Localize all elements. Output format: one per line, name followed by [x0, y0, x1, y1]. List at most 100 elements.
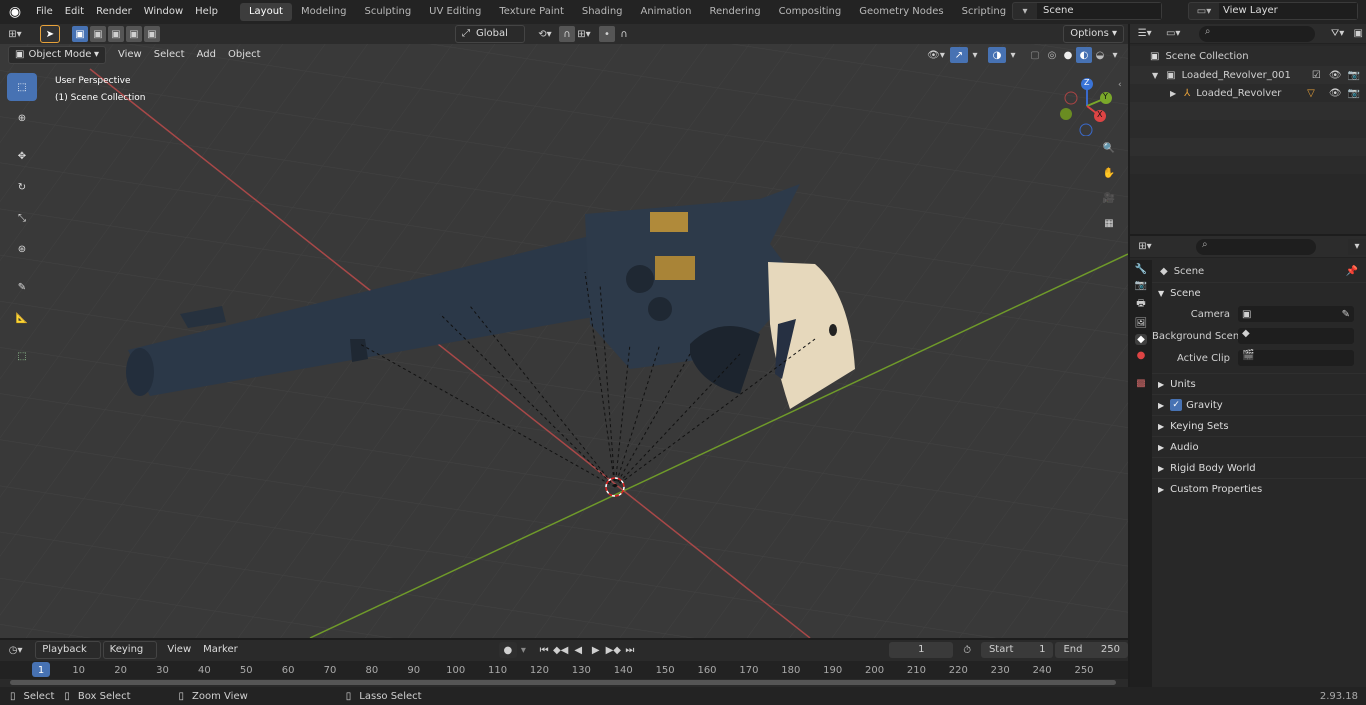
menu-object[interactable]: Object	[222, 43, 267, 67]
tab-animation[interactable]: Animation	[632, 3, 701, 21]
render-camera-icon[interactable]: 📷	[1348, 88, 1360, 99]
tab-sculpting[interactable]: Sculpting	[355, 3, 420, 21]
select-mode-new-icon[interactable]: ▣	[72, 26, 88, 42]
overlay-toggle-icon[interactable]: ◑	[988, 47, 1006, 63]
jump-start-icon[interactable]: ⏮	[536, 645, 552, 656]
select-mode-subtract-icon[interactable]: ▣	[108, 26, 124, 42]
timeline-view-menu[interactable]: View	[161, 638, 197, 662]
render-camera-icon[interactable]: 📷	[1348, 70, 1360, 81]
expand-arrow-icon[interactable]: ▶	[1170, 89, 1176, 98]
properties-editor-icon[interactable]: ⊞▾	[1130, 241, 1160, 252]
snap-target-icon[interactable]: ⊞▾	[575, 29, 593, 40]
gravity-checkbox-icon[interactable]: ✓	[1170, 399, 1183, 411]
overlay-dropdown-icon[interactable]: ▾	[1006, 50, 1020, 61]
gizmo-dropdown-icon[interactable]: ▾	[968, 50, 982, 61]
pin-icon[interactable]: 📌	[1346, 266, 1358, 277]
scene-selector[interactable]: ▾ Scene	[1012, 2, 1162, 20]
outliner-search-input[interactable]: ⌕	[1198, 25, 1315, 42]
transform-orientation-dropdown[interactable]: ⤢ Global	[455, 25, 525, 43]
auto-key-dropdown-icon[interactable]: ▾	[517, 645, 531, 656]
rendered-shading-icon[interactable]: ◒	[1092, 50, 1108, 61]
gizmo-toggle-icon[interactable]: ↗	[950, 47, 968, 63]
tab-compositing[interactable]: Compositing	[770, 3, 851, 21]
rotate-tool-icon[interactable]: ↻	[7, 173, 37, 201]
jump-end-icon[interactable]: ⏭	[622, 645, 638, 656]
tab-texture-paint[interactable]: Texture Paint	[490, 3, 573, 21]
measure-tool-icon[interactable]: 📐	[7, 304, 37, 332]
expand-arrow-icon[interactable]: ▼	[1152, 71, 1158, 80]
outliner-editor-icon[interactable]: ☰▾	[1130, 28, 1159, 39]
menu-edit[interactable]: Edit	[59, 0, 90, 24]
new-collection-icon[interactable]: ▣	[1350, 28, 1366, 39]
menu-view[interactable]: View	[112, 43, 148, 67]
editor-type-icon[interactable]: ⊞▾	[0, 29, 30, 40]
select-mode-intersect-icon[interactable]: ▣	[144, 26, 160, 42]
timeline-editor-icon[interactable]: ◷▾	[0, 645, 31, 656]
properties-search-input[interactable]: ⌕	[1196, 238, 1316, 255]
tab-layout[interactable]: Layout	[239, 3, 292, 21]
cursor-tool-icon[interactable]: ⊕	[7, 104, 37, 132]
timeline-scrollbar[interactable]	[10, 680, 1116, 685]
playback-dropdown[interactable]: Playback ▾	[35, 641, 101, 671]
start-frame-field[interactable]: Start 1	[980, 642, 1054, 658]
texture-tab-icon[interactable]: ▩	[1136, 378, 1145, 389]
mode-dropdown[interactable]: ▣ Object Mode ▾	[8, 46, 106, 64]
tab-rendering[interactable]: Rendering	[700, 3, 769, 21]
tool-tab-icon[interactable]: 🔧	[1135, 264, 1147, 275]
menu-file[interactable]: File	[30, 0, 59, 24]
units-panel-header[interactable]: ▶ Units	[1152, 373, 1366, 394]
material-shading-icon[interactable]: ◐	[1076, 47, 1092, 63]
wireframe-shading-icon[interactable]: ◎	[1044, 50, 1060, 61]
menu-window[interactable]: Window	[138, 0, 189, 24]
preview-range-icon[interactable]: ⏱	[957, 645, 977, 656]
menu-select[interactable]: Select	[148, 43, 191, 67]
play-reverse-icon[interactable]: ◀	[569, 645, 587, 656]
transform-tool-icon[interactable]: ⊛	[7, 235, 37, 263]
shading-dropdown-icon[interactable]: ▾	[1108, 50, 1122, 61]
pivot-point-icon[interactable]: ⟲▾	[531, 29, 559, 40]
current-frame-field[interactable]: 1	[889, 642, 954, 658]
perspective-toggle-icon[interactable]: ▦	[1099, 218, 1119, 238]
select-mode-invert-icon[interactable]: ▣	[126, 26, 142, 42]
snap-toggle-icon[interactable]: ∩	[559, 26, 575, 42]
menu-add[interactable]: Add	[191, 43, 222, 67]
audio-panel-header[interactable]: ▶ Audio	[1152, 436, 1366, 457]
select-box-tool-icon[interactable]: ⬚	[7, 73, 37, 101]
menu-help[interactable]: Help	[189, 0, 224, 24]
scene-panel-header[interactable]: ▼ Scene	[1152, 282, 1366, 303]
viewport-3d[interactable]	[0, 24, 1128, 638]
outliner-row-scene-collection[interactable]: ▣ Scene Collection	[1130, 46, 1366, 66]
properties-options-icon[interactable]: ▾	[1348, 238, 1366, 255]
tab-scripting[interactable]: Scripting	[953, 3, 1015, 21]
tab-shading[interactable]: Shading	[573, 3, 632, 21]
timeline-marker-menu[interactable]: Marker	[197, 638, 244, 662]
select-mode-extend-icon[interactable]: ▣	[90, 26, 106, 42]
view-layer-selector[interactable]: ▭▾ View Layer	[1188, 2, 1358, 20]
camera-field[interactable]: ▣ ✎	[1238, 306, 1354, 322]
solid-shading-icon[interactable]: ●	[1060, 50, 1076, 61]
next-keyframe-icon[interactable]: ▶◆	[605, 645, 623, 656]
annotate-tool-icon[interactable]: ✎	[7, 273, 37, 301]
scale-tool-icon[interactable]: ⤡	[7, 204, 37, 232]
prev-keyframe-icon[interactable]: ◆◀	[552, 645, 570, 656]
display-mode-icon[interactable]: ▭▾	[1159, 28, 1186, 39]
pan-view-icon[interactable]: ✋	[1099, 168, 1119, 188]
proportional-edit-icon[interactable]: •	[599, 26, 615, 42]
keying-sets-panel-header[interactable]: ▶ Keying Sets	[1152, 415, 1366, 436]
zoom-view-icon[interactable]: 🔍	[1099, 143, 1119, 163]
outliner-row-object[interactable]: ▶ ⅄ Loaded_Revolver ▽ 👁 📷	[1130, 84, 1366, 102]
output-tab-icon[interactable]: 🖶	[1136, 296, 1145, 313]
move-tool-icon[interactable]: ✥	[7, 142, 37, 170]
background-scene-field[interactable]: ◆	[1238, 328, 1354, 344]
active-clip-field[interactable]: 🎬	[1238, 350, 1354, 366]
tab-geometry-nodes[interactable]: Geometry Nodes	[850, 3, 952, 21]
blender-logo-icon[interactable]: ◉	[0, 4, 30, 20]
scene-tab-icon[interactable]: ◆	[1135, 334, 1147, 345]
play-icon[interactable]: ▶	[587, 645, 605, 656]
tab-uv-editing[interactable]: UV Editing	[420, 3, 490, 21]
options-dropdown[interactable]: Options ▾	[1063, 25, 1124, 43]
filter-icon[interactable]: ⛛▾	[1325, 28, 1351, 39]
eyedropper-icon[interactable]: ✎	[1342, 309, 1350, 320]
sidebar-toggle-icon[interactable]: ‹	[1118, 80, 1128, 94]
camera-view-icon[interactable]: 🎥	[1099, 193, 1119, 213]
